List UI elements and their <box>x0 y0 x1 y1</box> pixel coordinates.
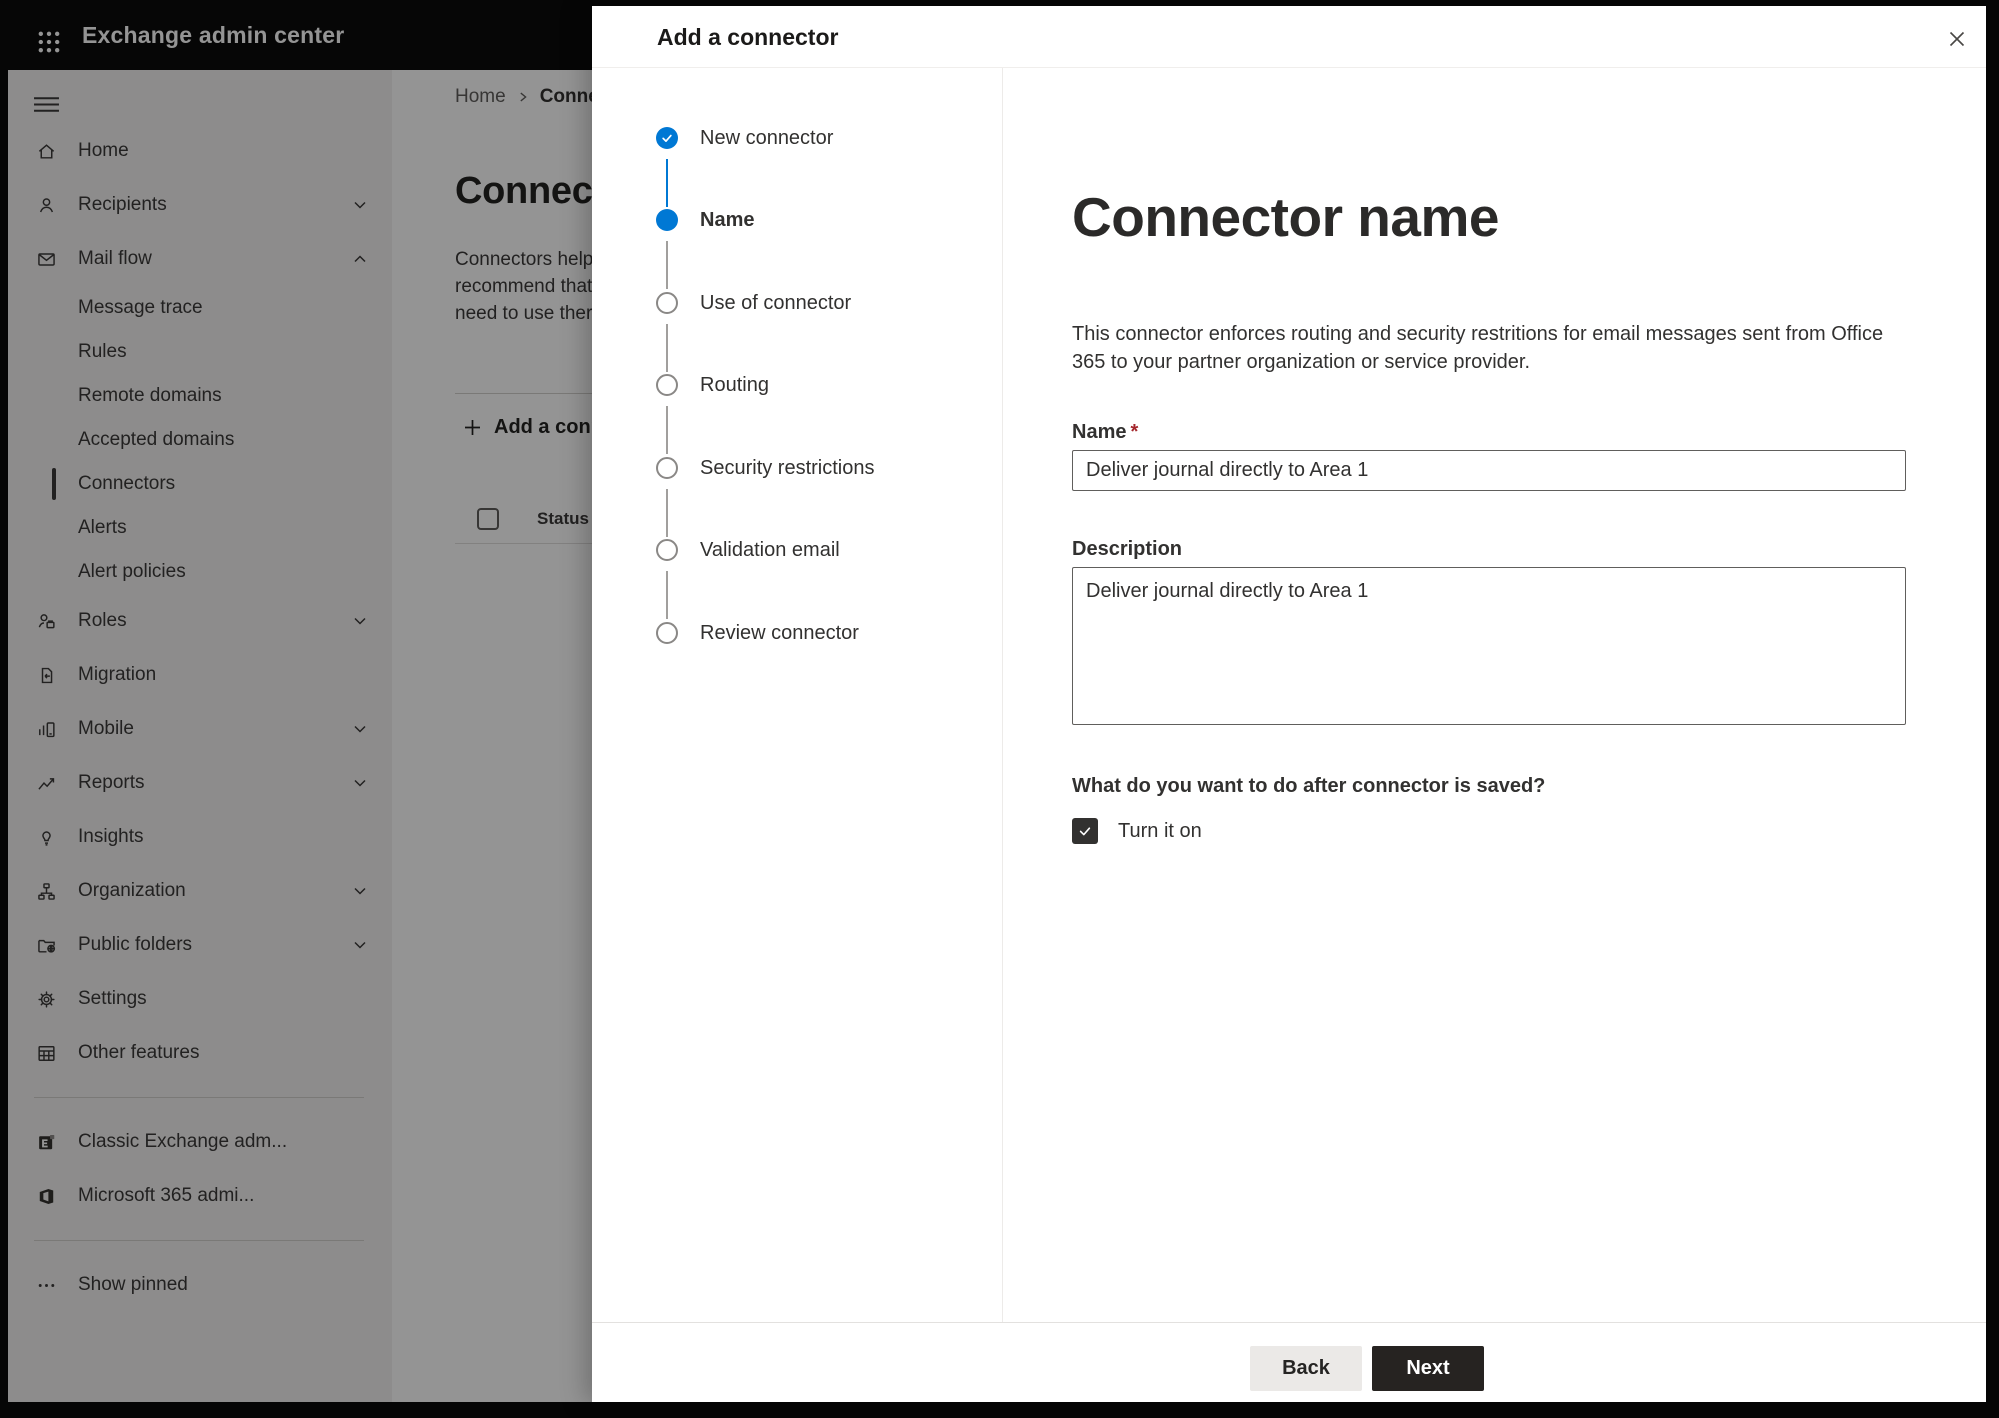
required-asterisk: * <box>1130 421 1139 443</box>
step-label: New connector <box>700 126 834 149</box>
step-connector-line <box>666 159 668 207</box>
dialog-footer: Back Next <box>592 1322 1986 1402</box>
step-upcoming-icon <box>656 539 678 561</box>
dialog-content: Connector name This connector enforces r… <box>1003 68 1986 1322</box>
step-upcoming-icon <box>656 374 678 396</box>
close-icon[interactable] <box>1940 22 1974 56</box>
after-save-question: What do you want to do after connector i… <box>1072 775 1546 797</box>
dialog-header: Add a connector <box>592 6 1986 68</box>
description-field-label: Description <box>1072 538 1183 560</box>
name-label-text: Name <box>1072 421 1127 443</box>
turn-it-on-label: Turn it on <box>1118 819 1202 842</box>
back-button[interactable]: Back <box>1250 1346 1362 1391</box>
step-upcoming-icon <box>656 622 678 644</box>
name-input[interactable] <box>1072 450 1906 491</box>
description-textarea[interactable]: Deliver journal directly to Area 1 <box>1072 567 1906 725</box>
step-upcoming-icon <box>656 292 678 314</box>
step-page-description: This connector enforces routing and secu… <box>1072 323 1884 373</box>
step-label: Name <box>700 208 755 231</box>
step-label: Validation email <box>700 538 840 561</box>
step-connector-line <box>666 324 668 372</box>
screen: Exchange admin center Home Recipients Ma… <box>0 0 1999 1418</box>
step-done-icon <box>656 127 678 149</box>
step-connector-line <box>666 241 668 289</box>
step-connector-line <box>666 571 668 619</box>
step-connector-line <box>666 406 668 454</box>
turn-it-on-checkbox-row[interactable]: Turn it on <box>1072 818 1202 844</box>
step-label: Security restrictions <box>700 456 875 479</box>
dialog-title: Add a connector <box>657 24 839 50</box>
step-page-title: Connector name <box>1072 186 1499 248</box>
checked-checkbox-icon[interactable] <box>1072 818 1098 844</box>
step-label: Use of connector <box>700 291 852 314</box>
name-field-label: Name * <box>1072 421 1138 444</box>
add-connector-dialog: Add a connector New connector Name Use o… <box>592 6 1986 1402</box>
step-label: Review connector <box>700 621 859 644</box>
wizard-steps: New connector Name Use of connector Rout… <box>592 68 1003 1322</box>
next-button[interactable]: Next <box>1372 1346 1484 1391</box>
step-active-icon <box>656 209 678 231</box>
step-label: Routing <box>700 373 769 396</box>
step-upcoming-icon <box>656 457 678 479</box>
step-connector-line <box>666 489 668 537</box>
